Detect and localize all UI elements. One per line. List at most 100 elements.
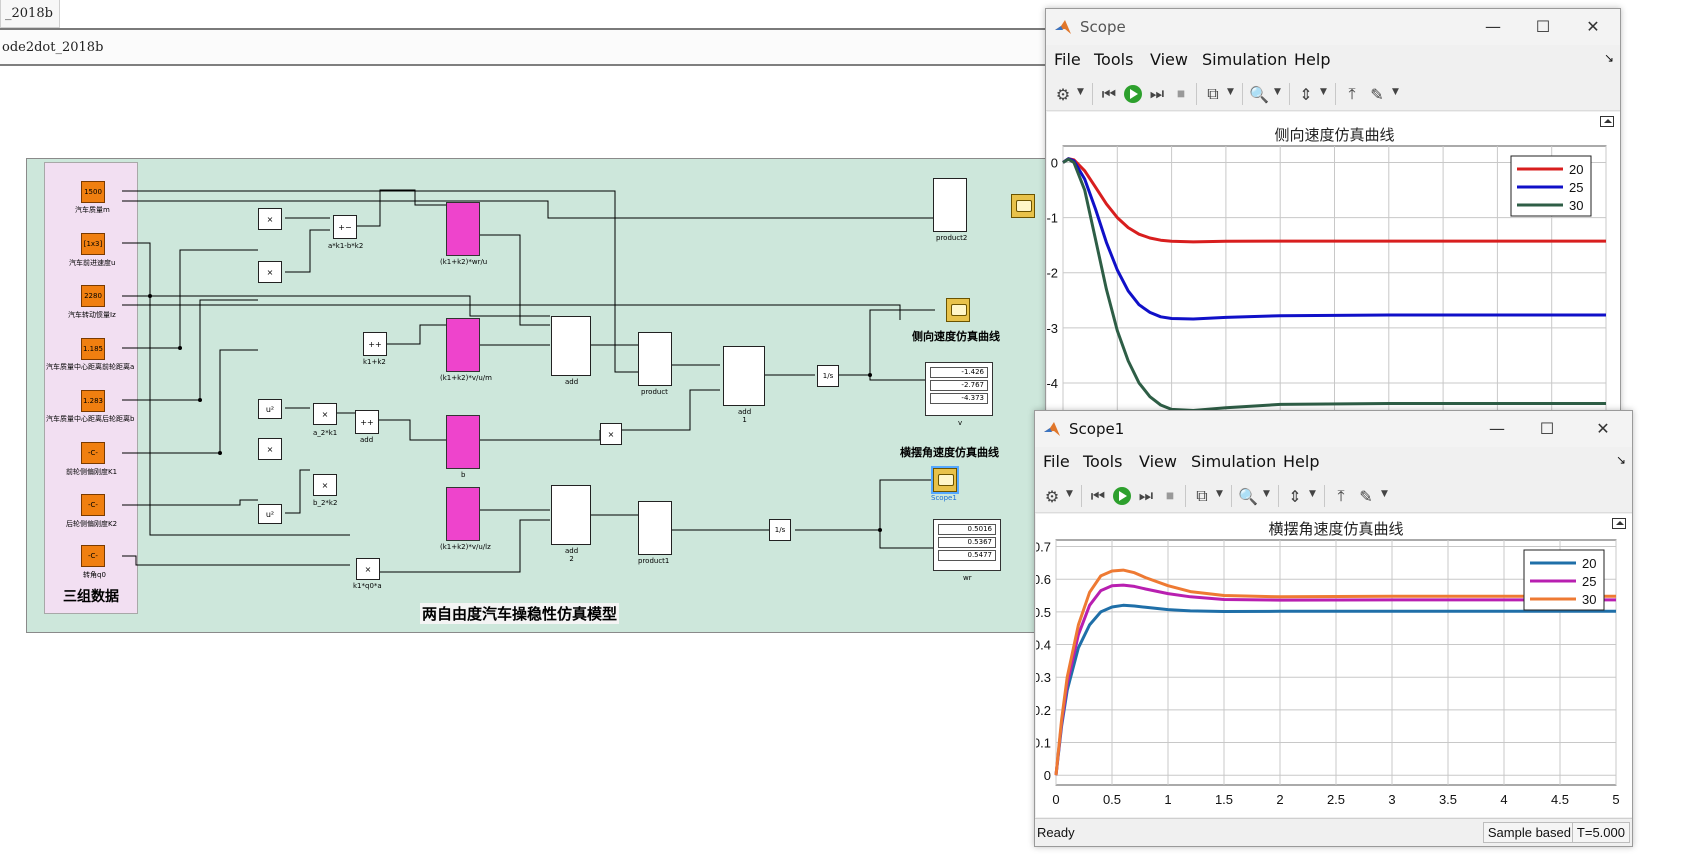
triggers-icon[interactable]: ⤒: [1330, 485, 1352, 507]
dropdown-arrow-icon[interactable]: ▼: [1227, 87, 1234, 97]
triggers-icon[interactable]: ⤒: [1341, 83, 1363, 105]
step-back-icon[interactable]: ⏮: [1098, 83, 1120, 105]
scope-block[interactable]: [1011, 194, 1035, 218]
pin-icon[interactable]: ↘: [1604, 51, 1614, 65]
menu-view[interactable]: View: [1139, 452, 1177, 471]
cursor-measurement-icon[interactable]: ✎: [1355, 485, 1377, 507]
product-block-magenta[interactable]: [446, 487, 480, 541]
scope1-block[interactable]: [931, 466, 959, 494]
sum-block[interactable]: [551, 316, 591, 376]
constant-k1[interactable]: -C-: [81, 442, 105, 464]
sum-block[interactable]: ++: [355, 410, 379, 434]
scope-block[interactable]: [946, 298, 970, 322]
autoscale-icon[interactable]: ⇕: [1284, 485, 1306, 507]
math-square-block[interactable]: u²: [258, 504, 282, 524]
step-back-icon[interactable]: ⏮: [1087, 485, 1109, 507]
sum-block[interactable]: ++: [363, 332, 387, 356]
dropdown-arrow-icon[interactable]: ▼: [1216, 489, 1223, 499]
constant-q0[interactable]: -C-: [81, 545, 105, 567]
minimize-icon[interactable]: —: [1482, 417, 1512, 441]
product-block-magenta[interactable]: [446, 202, 480, 256]
dropdown-arrow-icon[interactable]: ▼: [1320, 87, 1327, 97]
product-block[interactable]: ×: [600, 423, 622, 445]
product-block[interactable]: ×: [258, 261, 282, 283]
constant-k2[interactable]: -C-: [81, 494, 105, 516]
stop-icon[interactable]: ⏹: [1159, 485, 1181, 507]
sum-block[interactable]: [551, 485, 591, 545]
settings-gear-icon[interactable]: ⚙: [1052, 83, 1074, 105]
product-block[interactable]: ×: [356, 558, 380, 580]
sum-block[interactable]: [723, 346, 765, 406]
maximize-icon[interactable]: ☐: [1532, 417, 1562, 441]
integrator-block[interactable]: 1/s: [769, 519, 791, 541]
product-block[interactable]: ×: [258, 438, 282, 460]
dropdown-arrow-icon[interactable]: ▼: [1309, 489, 1316, 499]
block-label: (k1+k2)*v/u/m: [440, 374, 492, 382]
dropdown-arrow-icon[interactable]: ▼: [1274, 87, 1281, 97]
constant-inertia[interactable]: 2280: [81, 285, 105, 307]
dropdown-arrow-icon[interactable]: ▼: [1392, 87, 1399, 97]
scope-plot-panel[interactable]: 侧向速度仿真曲线 0 -1 -2 -3 -4 20 25 30: [1046, 112, 1620, 417]
display-wr[interactable]: 0.5016 0.5367 0.5477: [933, 519, 1001, 571]
autoscale-icon[interactable]: ⇕: [1295, 83, 1317, 105]
display-value: 0.5367: [938, 537, 996, 548]
pin-icon[interactable]: ↘: [1616, 453, 1626, 467]
sum-block[interactable]: +−: [333, 215, 357, 239]
product-block[interactable]: [638, 501, 672, 555]
menu-simulation[interactable]: Simulation: [1191, 452, 1276, 471]
stop-icon[interactable]: ⏹: [1170, 83, 1192, 105]
signal-wires: [122, 189, 935, 573]
product-block[interactable]: ×: [258, 208, 282, 230]
undock-icon[interactable]: [1600, 116, 1614, 127]
product-block-magenta[interactable]: [446, 318, 480, 372]
dropdown-arrow-icon[interactable]: ▼: [1263, 489, 1270, 499]
close-icon[interactable]: ✕: [1578, 15, 1608, 39]
scope-titlebar[interactable]: Scope — ☐ ✕: [1046, 9, 1620, 45]
cursor-measurement-icon[interactable]: ✎: [1366, 83, 1388, 105]
scope1-window[interactable]: Scope1 — ☐ ✕ File Tools View Simulation …: [1033, 410, 1633, 847]
product-block[interactable]: ×: [313, 474, 337, 496]
product-block[interactable]: ×: [313, 403, 337, 425]
highlight-block-icon[interactable]: ⧉: [1191, 485, 1213, 507]
step-forward-icon[interactable]: ⏭: [1135, 485, 1157, 507]
settings-gear-icon[interactable]: ⚙: [1041, 485, 1063, 507]
dropdown-arrow-icon[interactable]: ▼: [1077, 87, 1084, 97]
product-block[interactable]: [933, 178, 967, 232]
product-block[interactable]: [638, 332, 672, 386]
close-icon[interactable]: ✕: [1588, 417, 1618, 441]
constant-speed[interactable]: [1x3]: [81, 233, 105, 255]
menu-view[interactable]: View: [1150, 50, 1188, 69]
menu-file[interactable]: File: [1054, 50, 1081, 69]
menu-file[interactable]: File: [1043, 452, 1070, 471]
product-block-magenta[interactable]: [446, 415, 480, 469]
display-v[interactable]: -1.426 -2.767 -4.373: [925, 362, 993, 416]
constant-mass[interactable]: 1500: [81, 181, 105, 203]
constant-label: 汽车转动惯量Iz: [68, 311, 116, 319]
constant-b[interactable]: 1.283: [81, 390, 105, 412]
step-forward-icon[interactable]: ⏭: [1146, 83, 1168, 105]
menu-help[interactable]: Help: [1283, 452, 1319, 471]
x-tick-label: 1.5: [1215, 792, 1233, 807]
menu-help[interactable]: Help: [1294, 50, 1330, 69]
zoom-icon[interactable]: 🔍: [1248, 83, 1270, 105]
dropdown-arrow-icon[interactable]: ▼: [1381, 489, 1388, 499]
menu-tools[interactable]: Tools: [1094, 50, 1133, 69]
undock-icon[interactable]: [1612, 518, 1626, 529]
integrator-block[interactable]: 1/s: [817, 365, 839, 387]
menu-simulation[interactable]: Simulation: [1202, 50, 1287, 69]
constant-a[interactable]: 1.185: [81, 338, 105, 360]
y-tick-label: 0.4: [1036, 638, 1051, 653]
scope1-plot-panel[interactable]: 横摆角速度仿真曲线 0 0.1 0.2 0.3 0.4 0.5 0.6 0.7 0 0.5 1 1.5 2…: [1033, 514, 1632, 817]
run-icon[interactable]: [1111, 485, 1133, 507]
maximize-icon[interactable]: ☐: [1528, 15, 1558, 39]
math-square-block[interactable]: u²: [258, 399, 282, 419]
minimize-icon[interactable]: —: [1478, 15, 1508, 39]
highlight-block-icon[interactable]: ⧉: [1202, 83, 1224, 105]
menu-tools[interactable]: Tools: [1083, 452, 1122, 471]
run-icon[interactable]: [1122, 83, 1144, 105]
scope-window[interactable]: Scope — ☐ ✕ File Tools View Simulation H…: [1045, 8, 1621, 417]
zoom-icon[interactable]: 🔍: [1237, 485, 1259, 507]
scope1-titlebar[interactable]: Scope1 — ☐ ✕: [1035, 411, 1632, 447]
toolbar-separator: [1278, 485, 1279, 507]
dropdown-arrow-icon[interactable]: ▼: [1066, 489, 1073, 499]
